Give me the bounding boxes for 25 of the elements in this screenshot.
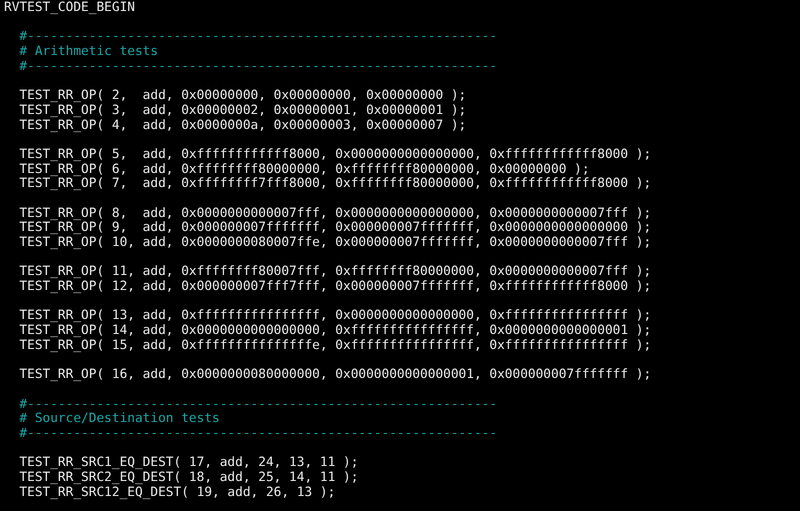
code-line: TEST_RR_OP( 7, add, 0xffffffff7fff8000, 0xffffffff80000000, 0xffffffffffff8000 );	[18, 176, 652, 192]
code-line: TEST_RR_OP( 2, add, 0x00000000, 0x00000000, 0x00000000 );	[18, 88, 466, 104]
code-line: TEST_RR_OP( 15, add, 0xfffffffffffffffe, 0xffffffffffffffff, 0xffffffffffffffff );	[18, 338, 652, 353]
code-line: TEST_RR_OP( 4, add, 0x0000000a, 0x00000003, 0x00000007 );	[18, 118, 466, 132]
comment-line: #-------------------------------------------------------------	[18, 58, 498, 74]
code-line: TEST_RR_OP( 14, add, 0x0000000000000000, 0xffffffffffffffff, 0x0000000000000001 );	[18, 323, 652, 338]
code-line: TEST_RR_OP( 3, add, 0x00000002, 0x00000001, 0x00000001 );	[18, 102, 466, 118]
code-line: TEST_RR_OP( 13, add, 0xffffffffffffffff, 0x0000000000000000, 0xffffffffffffffff );	[18, 308, 652, 324]
code-line: TEST_RR_SRC2_EQ_DEST( 18, add, 25, 14, 11 );	[18, 470, 358, 485]
code-line: TEST_RR_SRC12_EQ_DEST( 19, add, 26, 13 );	[18, 484, 336, 500]
code-line: RVTEST_CODE_BEGIN	[4, 0, 135, 15]
comment-line: # Source/Destination tests	[18, 411, 220, 426]
code-line: TEST_RR_OP( 11, add, 0xffffffff80007fff, 0xffffffff80000000, 0x0000000000007fff );	[18, 264, 652, 280]
comment-line: #-------------------------------------------------------------	[18, 426, 498, 441]
code-line: TEST_RR_OP( 16, add, 0x0000000080000000, 0x0000000000000001, 0x000000007fffffff );	[18, 367, 652, 382]
comment-line: # Arithmetic tests	[18, 44, 158, 60]
code-line: TEST_RR_OP( 5, add, 0xffffffffffff8000, 0x0000000000000000, 0xffffffffffff8000 );	[18, 146, 652, 162]
code-line: TEST_RR_SRC1_EQ_DEST( 17, add, 24, 13, 11 );	[18, 455, 358, 470]
code-line: TEST_RR_OP( 10, add, 0x0000000080007ffe, 0x000000007fffffff, 0x0000000000007fff );	[18, 235, 652, 250]
comment-line: #-------------------------------------------------------------	[18, 29, 498, 44]
code-line: TEST_RR_OP( 9, add, 0x000000007fffffff, 0x000000007fffffff, 0x0000000000000000 );	[18, 220, 652, 236]
code-line: TEST_RR_OP( 12, add, 0x000000007fff7fff, 0x000000007fffffff, 0xffffffffffff8000 );	[18, 279, 652, 294]
code-line: TEST_RR_OP( 6, add, 0xffffffff80000000, 0xffffffff80000000, 0x00000000 );	[18, 162, 590, 177]
code-line: TEST_RR_OP( 8, add, 0x0000000000007fff, 0x0000000000000000, 0x0000000000007fff );	[18, 206, 652, 221]
comment-line: #-------------------------------------------------------------	[18, 396, 498, 412]
